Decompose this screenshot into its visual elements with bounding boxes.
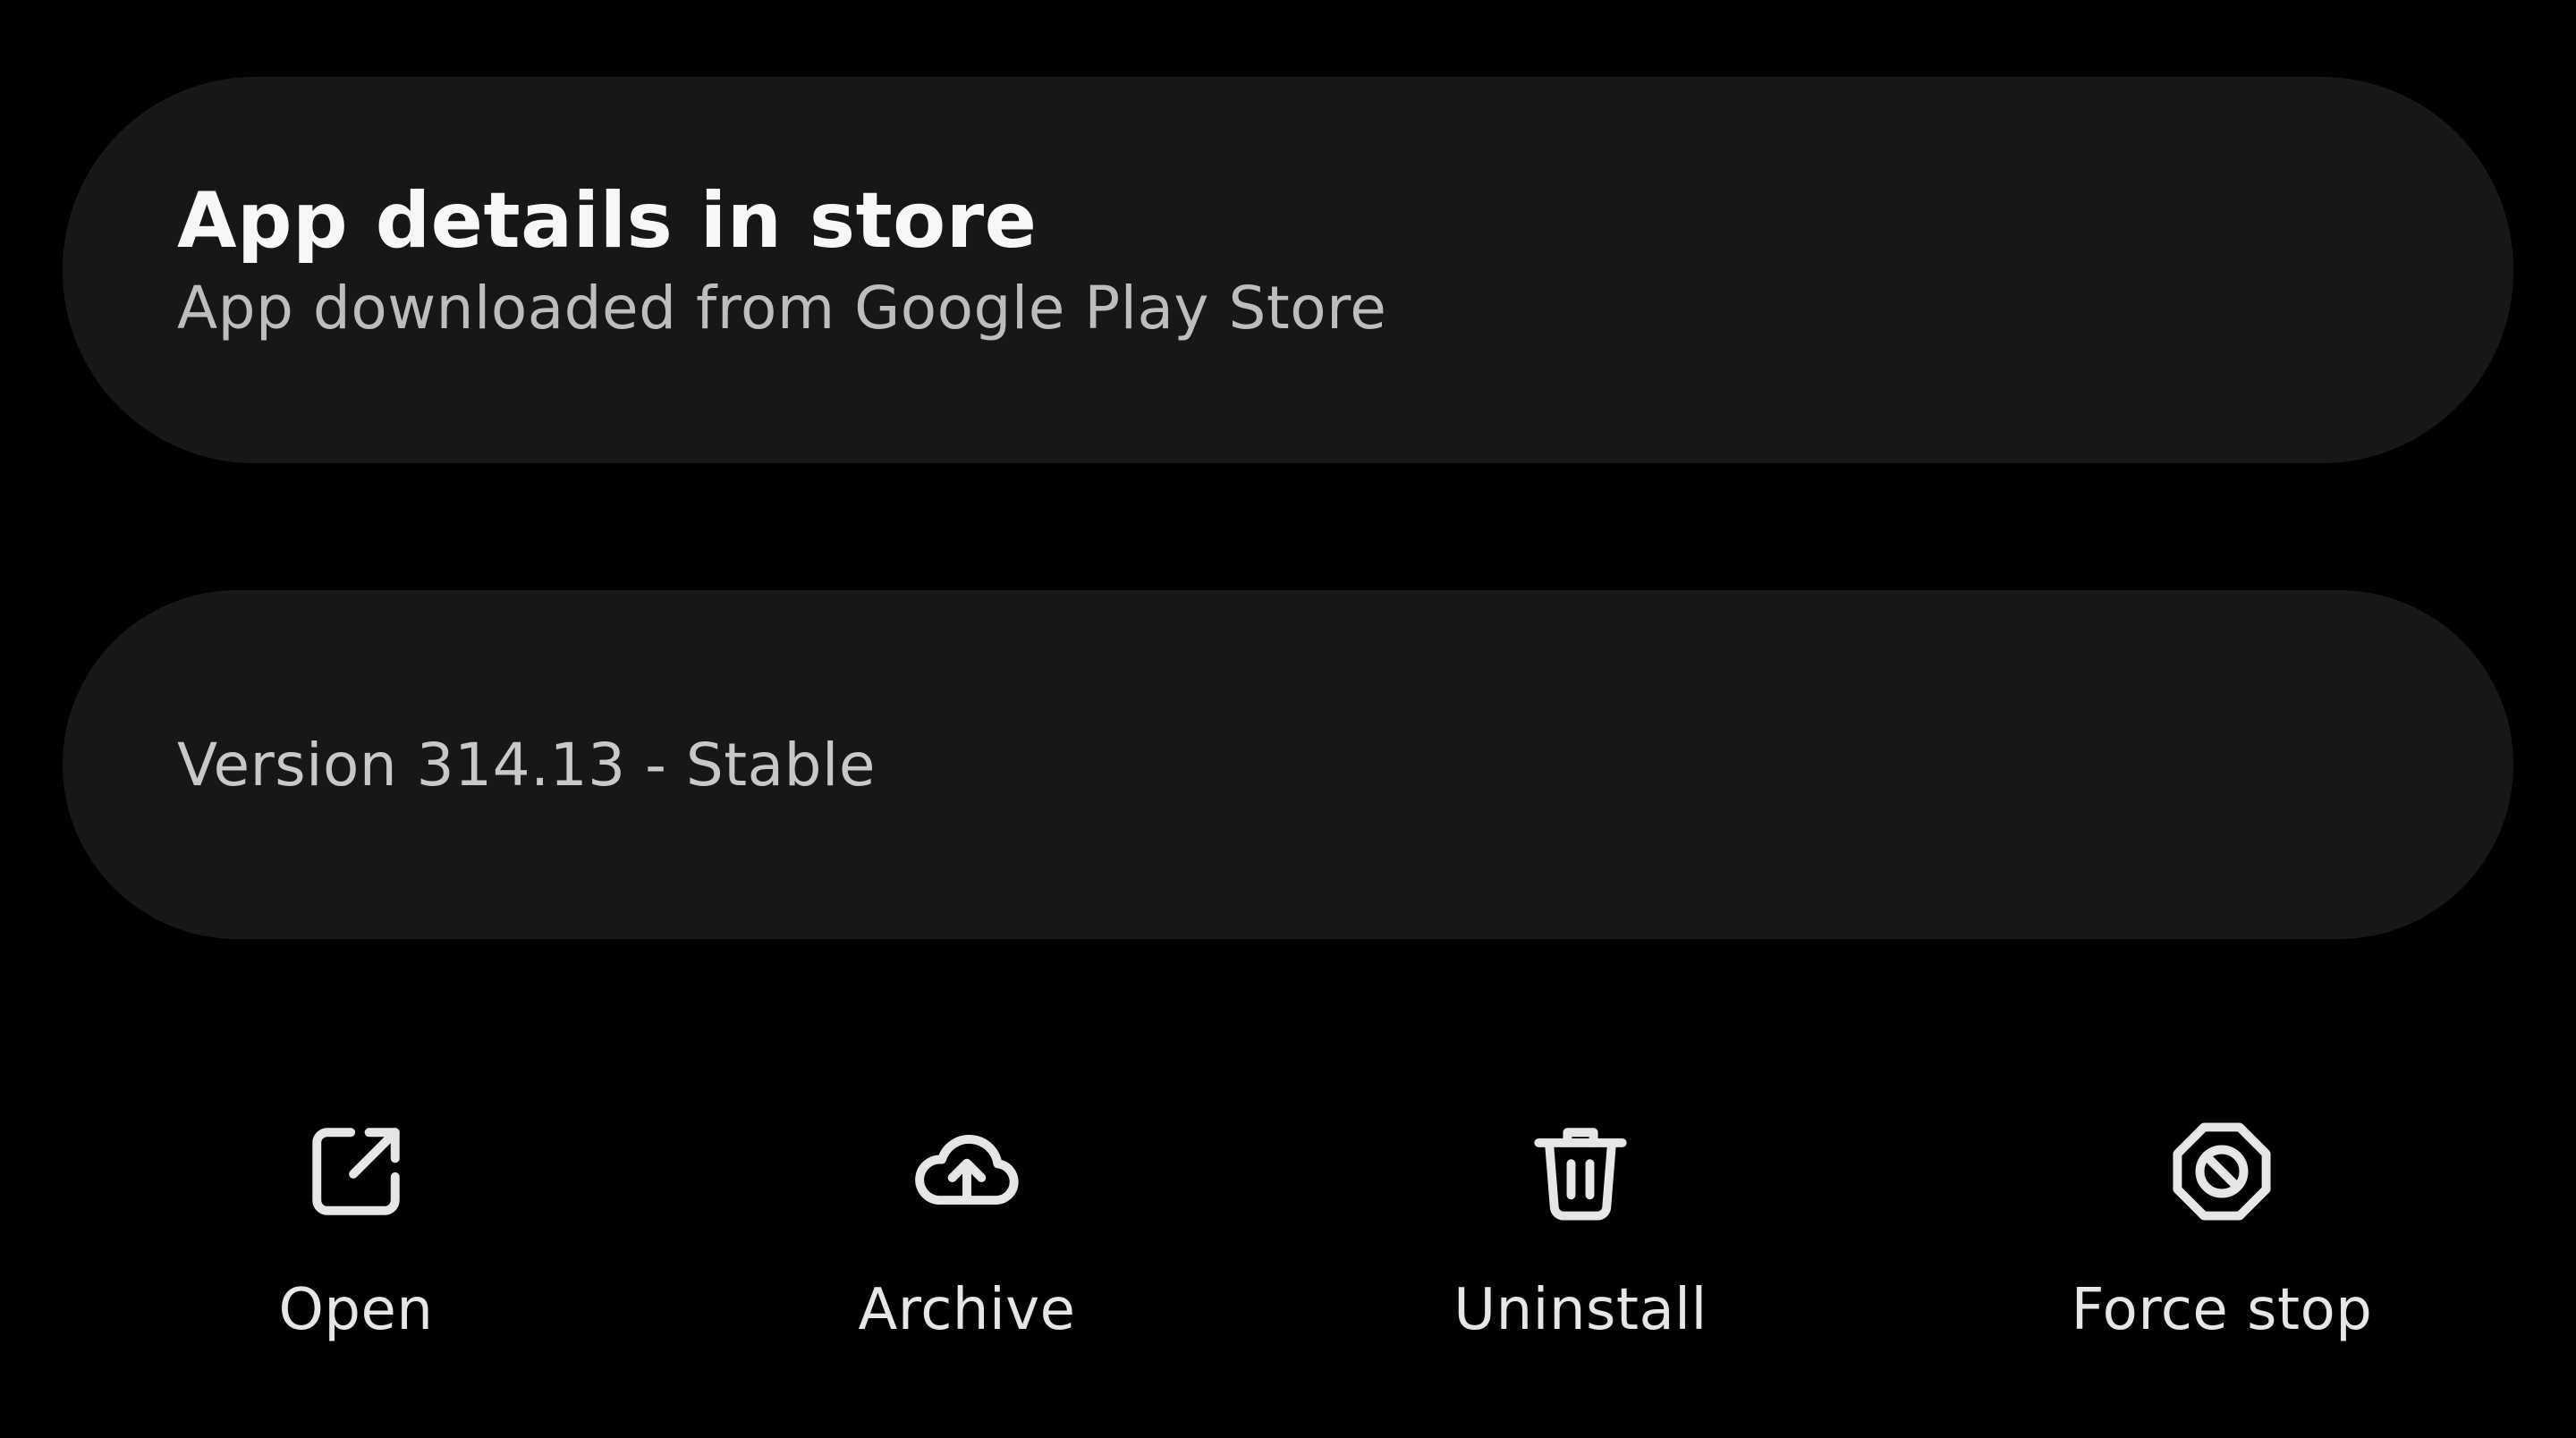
force-stop-label: Force stop xyxy=(2071,1277,2373,1343)
uninstall-button[interactable]: Uninstall xyxy=(1393,1109,1768,1377)
open-external-icon xyxy=(293,1109,419,1234)
version-card: Version 314.13 - Stable xyxy=(63,590,2513,939)
archive-button[interactable]: Archive xyxy=(779,1109,1155,1377)
open-button[interactable]: Open xyxy=(168,1109,544,1377)
app-action-bar: Open Archive Uninstall Force stop xyxy=(0,1109,2576,1377)
store-card-title: App details in store xyxy=(177,176,1038,266)
trash-icon xyxy=(1518,1109,1643,1234)
version-text: Version 314.13 - Stable xyxy=(177,730,876,799)
cloud-upload-icon xyxy=(904,1109,1030,1234)
archive-label: Archive xyxy=(858,1277,1076,1343)
app-details-in-store-card[interactable]: App details in store App downloaded from… xyxy=(63,77,2513,463)
uninstall-label: Uninstall xyxy=(1453,1277,1707,1343)
block-icon xyxy=(2159,1109,2284,1234)
store-card-subtitle: App downloaded from Google Play Store xyxy=(177,274,1387,343)
open-label: Open xyxy=(278,1277,434,1343)
force-stop-button[interactable]: Force stop xyxy=(2034,1109,2410,1377)
